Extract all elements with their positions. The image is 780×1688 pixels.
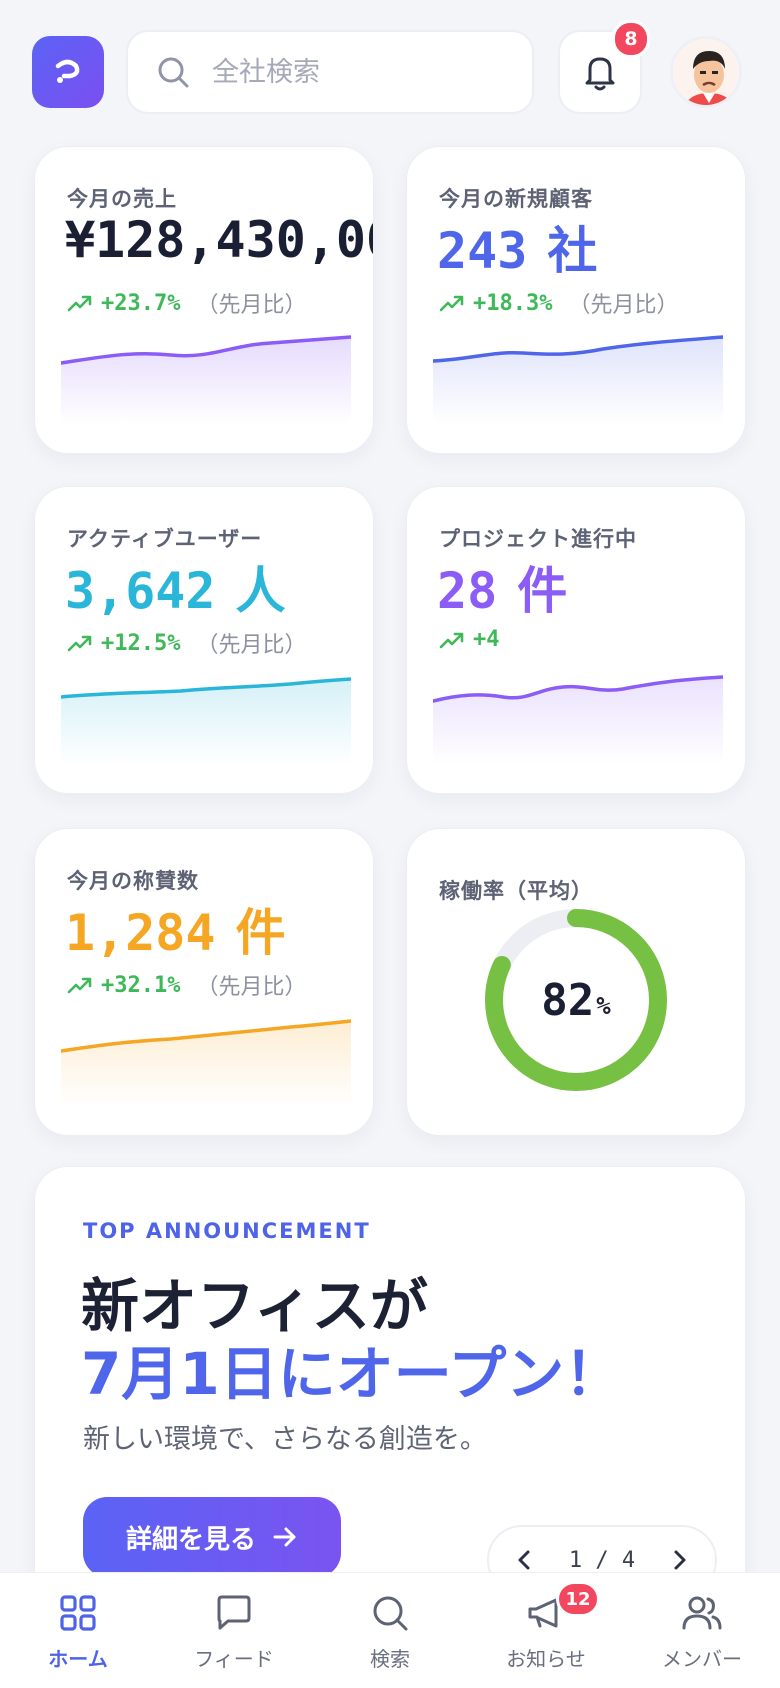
users-sparkline	[61, 677, 351, 765]
customers-sparkline	[433, 335, 723, 425]
trend-note: （先月比）	[196, 633, 307, 658]
trend-value: +18.3%	[473, 290, 553, 316]
nav-label: フィード	[194, 1647, 274, 1671]
chevron-left-icon[interactable]	[515, 1548, 533, 1572]
search-input[interactable]	[212, 56, 512, 88]
projects-card[interactable]: プロジェクト進行中 28 件 +4	[406, 486, 746, 794]
nav-item-home[interactable]: ホーム	[0, 1573, 156, 1688]
praise-sparkline	[61, 1019, 351, 1107]
trend-value: +23.7%	[101, 290, 181, 316]
projects-sparkline	[433, 675, 723, 765]
announcement-title-highlight: 7月1日にオープン！	[81, 1340, 623, 1408]
nav-label: メンバー	[662, 1647, 742, 1671]
active-users-card[interactable]: アクティブユーザー 3,642 人 +12.5% （先月比）	[34, 486, 374, 794]
gauge-number: 82	[541, 974, 595, 1026]
nav-label: お知らせ	[506, 1647, 586, 1671]
trend-value: +4	[473, 627, 500, 652]
bottom-nav: ホーム フィード 検索 お知らせ 12 メンバー	[0, 1572, 780, 1688]
trend-up-icon	[67, 977, 92, 994]
value-unit: 人	[235, 562, 286, 620]
card-label: 稼働率（平均）	[439, 879, 593, 903]
card-value: 3,642 人	[65, 551, 286, 623]
pager-total: 4	[621, 1547, 636, 1573]
trend-note: （先月比）	[196, 975, 307, 1000]
card-label: 今月の売上	[67, 187, 177, 211]
card-trend: +12.5% （先月比）	[67, 627, 307, 659]
value-unit: 件	[235, 904, 286, 962]
value-number: 243	[437, 222, 528, 280]
card-label: 今月の新規顧客	[439, 187, 593, 211]
trend-note: （先月比）	[568, 293, 679, 318]
announcement-banner: TOP ANNOUNCEMENT 新オフィスが 7月1日にオープン！ 新しい環境…	[34, 1166, 746, 1616]
logo-icon	[55, 59, 80, 83]
card-value: 243 社	[437, 211, 597, 283]
bell-icon	[585, 57, 615, 91]
card-label: アクティブユーザー	[67, 527, 263, 551]
notices-badge: 12	[556, 1581, 600, 1617]
search-icon	[158, 57, 189, 88]
search-bar[interactable]	[126, 30, 534, 114]
praise-card[interactable]: 今月の称賛数 1,284 件 +32.1% （先月比）	[34, 828, 374, 1136]
trend-note: （先月比）	[196, 293, 307, 318]
nav-label: 検索	[370, 1647, 410, 1671]
nav-label: ホーム	[48, 1647, 108, 1671]
chat-icon	[217, 1595, 251, 1630]
value-number: 1,284	[65, 904, 216, 962]
value-number: 3,642	[65, 562, 216, 620]
card-value: 1,284 件	[65, 893, 286, 965]
nav-item-notices[interactable]: お知らせ 12	[468, 1573, 624, 1688]
app-logo[interactable]	[32, 36, 104, 108]
trend-value: +12.5%	[101, 630, 181, 656]
pager-current: 1	[568, 1547, 583, 1573]
gauge-value: 82%	[481, 905, 671, 1095]
arrow-right-icon	[273, 1527, 296, 1547]
users-icon	[682, 1596, 722, 1630]
avatar-image	[673, 39, 739, 105]
utilization-card[interactable]: 稼働率（平均） 82%	[406, 828, 746, 1136]
announcement-subtitle: 新しい環境で、さらなる創造を。	[83, 1424, 487, 1455]
card-label: プロジェクト進行中	[439, 527, 637, 551]
sales-sparkline	[61, 335, 351, 425]
nav-item-search[interactable]: 検索	[312, 1573, 468, 1688]
notification-badge: 8	[612, 20, 650, 58]
card-value: ¥128,430,00	[65, 211, 374, 269]
card-value: 28 件	[437, 551, 567, 623]
details-button[interactable]: 詳細を見る	[83, 1497, 341, 1577]
grid-icon	[60, 1595, 96, 1631]
value-number: 28	[437, 562, 498, 620]
card-label: 今月の称賛数	[67, 869, 199, 893]
card-trend: +32.1% （先月比）	[67, 969, 307, 1001]
chevron-right-icon[interactable]	[671, 1548, 689, 1572]
pager-indicator: 1 / 4	[569, 1548, 635, 1573]
details-button-label: 詳細を見る	[125, 1524, 256, 1555]
nav-item-members[interactable]: メンバー	[624, 1573, 780, 1688]
new-customers-card[interactable]: 今月の新規顧客 243 社 +18.3% （先月比）	[406, 146, 746, 454]
pager-separator: /	[595, 1547, 609, 1573]
app-header: 8	[0, 0, 780, 140]
trend-up-icon	[67, 295, 92, 312]
trend-up-icon	[439, 632, 464, 648]
card-trend: +4	[439, 627, 500, 652]
utilization-gauge: 82%	[481, 905, 671, 1095]
user-avatar[interactable]	[670, 36, 742, 108]
value-unit: 社	[547, 222, 598, 280]
trend-up-icon	[439, 295, 464, 312]
search-icon	[373, 1596, 408, 1631]
nav-item-feed[interactable]: フィード	[156, 1573, 312, 1688]
gauge-unit: %	[596, 992, 611, 1020]
announcement-tag: TOP ANNOUNCEMENT	[83, 1219, 371, 1243]
card-trend: +23.7% （先月比）	[67, 287, 307, 319]
card-trend: +18.3% （先月比）	[439, 287, 679, 319]
trend-value: +32.1%	[101, 972, 181, 998]
trend-up-icon	[67, 635, 92, 652]
sales-card[interactable]: 今月の売上 ¥128,430,00 +23.7% （先月比）	[34, 146, 374, 454]
value-unit: 件	[517, 562, 568, 620]
